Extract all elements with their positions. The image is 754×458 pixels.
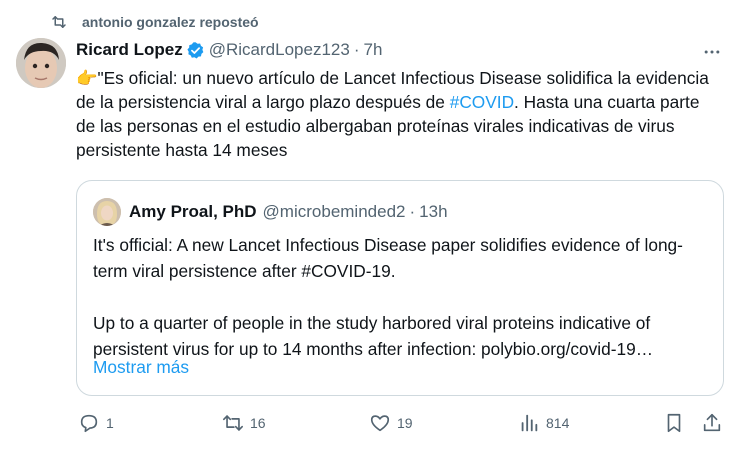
views-count: 814	[546, 415, 570, 431]
tweet-text: 👉"Es oficial: un nuevo artículo de Lance…	[76, 66, 716, 162]
author-avatar[interactable]	[16, 38, 66, 88]
like-button[interactable]: 19	[369, 412, 413, 434]
repost-action-icon	[222, 412, 244, 434]
quote-author-handle[interactable]: @microbeminded2	[263, 202, 406, 222]
repost-icon	[50, 13, 68, 31]
more-options-button[interactable]	[700, 40, 724, 64]
quote-header: Amy Proal, PhD @microbeminded2 · 13h	[93, 198, 448, 226]
author-name[interactable]: Ricard Lopez	[76, 40, 183, 60]
header-separator: ·	[353, 40, 360, 59]
repost-count: 16	[250, 415, 266, 431]
show-more-link[interactable]: Mostrar más	[93, 357, 189, 378]
bookmark-button[interactable]	[663, 412, 691, 434]
repost-banner[interactable]: antonio gonzalez reposteó	[50, 11, 259, 33]
repost-button[interactable]: 16	[222, 412, 266, 434]
author-handle[interactable]: @RicardLopez123	[209, 40, 350, 60]
quote-paragraph-1: It's official: A new Lancet Infectious D…	[93, 235, 683, 281]
like-count: 19	[397, 415, 413, 431]
tweet-timestamp[interactable]: 7h	[364, 40, 383, 60]
quoted-tweet-card[interactable]: Amy Proal, PhD @microbeminded2 · 13h It'…	[76, 180, 724, 396]
share-button[interactable]	[701, 412, 729, 434]
analytics-icon	[518, 412, 540, 434]
quote-author-name[interactable]: Amy Proal, PhD	[129, 202, 257, 222]
repost-banner-text[interactable]: antonio gonzalez reposteó	[82, 14, 259, 30]
heart-icon	[369, 412, 391, 434]
quote-author-avatar[interactable]	[93, 198, 121, 226]
bookmark-icon	[663, 412, 685, 434]
quote-text: It's official: A new Lancet Infectious D…	[93, 232, 713, 362]
more-options-icon	[704, 50, 720, 54]
views-button[interactable]: 814	[518, 412, 569, 434]
tweet-header: Ricard Lopez @RicardLopez123 · 7h	[76, 38, 382, 62]
reply-count: 1	[106, 415, 114, 431]
tweet-actions-bar: 1 16 19 814	[0, 412, 754, 438]
quote-separator: ·	[409, 202, 416, 221]
quote-timestamp[interactable]: 13h	[419, 202, 447, 222]
hashtag-link[interactable]: #COVID	[450, 92, 514, 112]
verified-badge-icon[interactable]	[186, 41, 205, 60]
reply-button[interactable]: 1	[78, 412, 114, 434]
reply-icon	[78, 412, 100, 434]
quote-paragraph-2: Up to a quarter of people in the study h…	[93, 313, 654, 359]
share-icon	[701, 412, 723, 434]
